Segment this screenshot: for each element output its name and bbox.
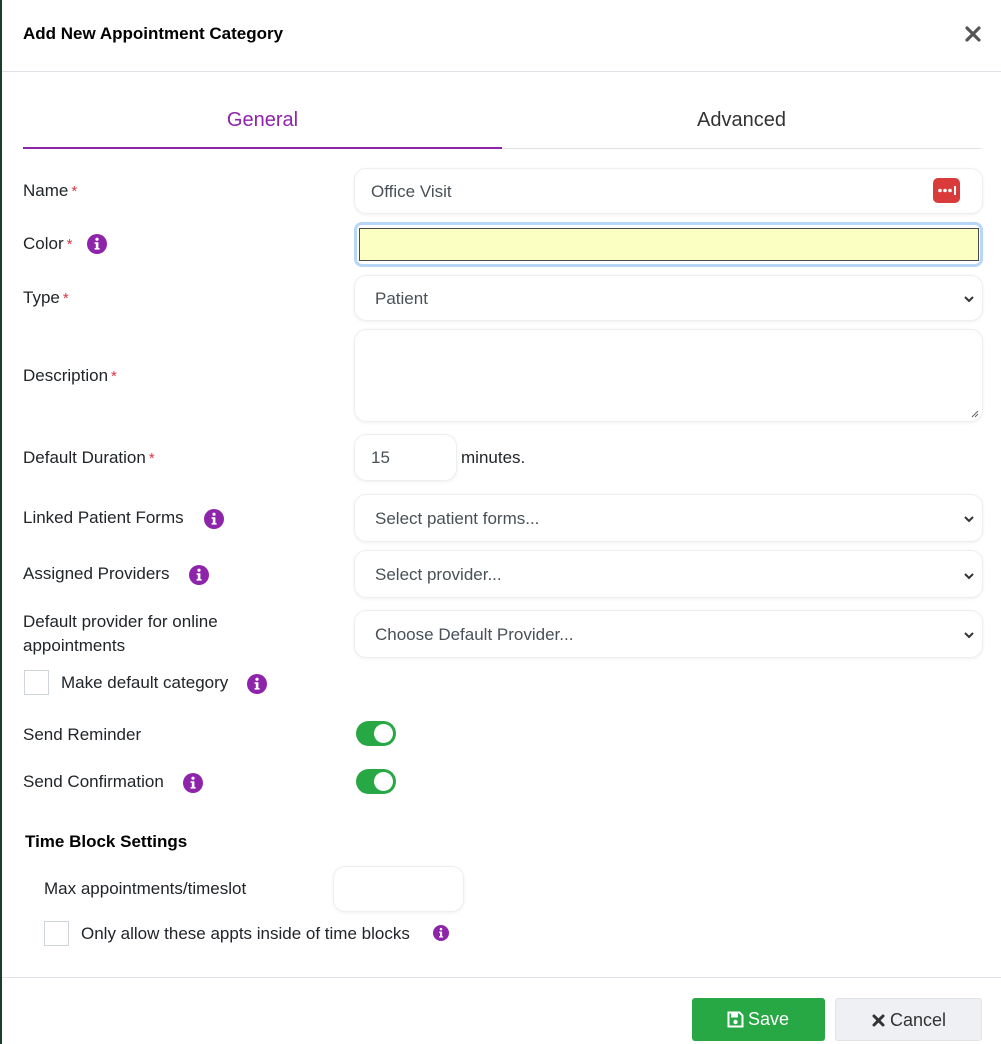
info-icon[interactable] (204, 509, 224, 529)
color-swatch (359, 228, 979, 261)
name-input[interactable]: Office Visit (354, 168, 983, 214)
tab-bar: General Advanced (23, 96, 981, 149)
close-icon (872, 1014, 885, 1027)
modal-title: Add New Appointment Category (23, 24, 284, 43)
duration-input[interactable]: 15 (354, 434, 457, 481)
tab-advanced[interactable]: Advanced (502, 96, 981, 149)
only-inside-checkbox[interactable] (44, 921, 69, 946)
required-mark: * (148, 450, 155, 467)
type-select[interactable]: Patient (354, 275, 983, 321)
description-textarea[interactable] (354, 329, 983, 422)
max-appointments-input[interactable] (333, 866, 464, 912)
required-mark: * (62, 290, 69, 307)
providers-placeholder: Select provider... (375, 565, 502, 584)
toggle-knob (374, 772, 393, 791)
appointment-category-modal: Add New Appointment Category General Adv… (0, 0, 1001, 1044)
color-label: Color * (23, 234, 73, 253)
tab-general[interactable]: General (23, 96, 502, 149)
chevron-down-icon (964, 632, 974, 639)
modal-header: Add New Appointment Category (2, 0, 1001, 72)
toggle-knob (374, 724, 393, 743)
type-label: Type * (23, 288, 69, 307)
make-default-label: Make default category (61, 673, 229, 692)
required-mark: * (111, 368, 117, 385)
password-manager-icon[interactable] (933, 178, 960, 203)
cancel-button[interactable]: Cancel (835, 998, 982, 1041)
cancel-button-label: Cancel (890, 1010, 947, 1030)
duration-suffix: minutes. (461, 448, 526, 467)
make-default-checkbox[interactable] (24, 670, 49, 695)
linked-forms-placeholder: Select patient forms... (375, 509, 540, 528)
save-button-label: Save (748, 1009, 790, 1029)
required-mark: * (66, 236, 73, 253)
info-icon[interactable] (183, 773, 203, 793)
providers-select[interactable]: Select provider... (354, 550, 983, 598)
color-input[interactable] (354, 222, 983, 267)
chevron-down-icon (964, 573, 974, 580)
duration-label: Default Duration * (23, 448, 155, 467)
resize-handle-icon[interactable] (970, 409, 979, 418)
name-input-value: Office Visit (371, 182, 452, 201)
duration-value: 15 (371, 448, 390, 467)
info-icon[interactable] (189, 565, 209, 585)
default-provider-select[interactable]: Choose Default Provider... (354, 610, 983, 658)
linked-forms-label: Linked Patient Forms (23, 508, 184, 527)
default-provider-placeholder: Choose Default Provider... (375, 625, 574, 644)
save-button[interactable]: Save (692, 998, 825, 1041)
linked-forms-select[interactable]: Select patient forms... (354, 494, 983, 542)
info-icon[interactable] (433, 925, 449, 941)
description-label: Description * (23, 366, 117, 385)
chevron-down-icon (964, 296, 974, 303)
send-confirmation-toggle[interactable] (356, 769, 396, 794)
info-icon[interactable] (247, 674, 267, 694)
time-block-title: Time Block Settings (25, 832, 188, 851)
default-provider-label: Default provider for online appointments (23, 612, 218, 655)
close-icon[interactable] (962, 23, 984, 45)
chevron-down-icon (964, 516, 974, 523)
only-inside-label: Only allow these appts inside of time bl… (81, 924, 410, 943)
type-select-value: Patient (375, 289, 428, 308)
required-mark: * (71, 183, 78, 200)
floppy-disk-icon (727, 1011, 744, 1028)
send-reminder-label: Send Reminder (23, 725, 142, 744)
name-label: Name * (23, 181, 78, 200)
send-reminder-toggle[interactable] (356, 721, 396, 746)
max-appointments-label: Max appointments/timeslot (44, 879, 247, 898)
providers-label: Assigned Providers (23, 564, 170, 583)
dots-icon (938, 186, 956, 195)
info-icon[interactable] (87, 234, 107, 254)
send-confirmation-label: Send Confirmation (23, 772, 164, 791)
